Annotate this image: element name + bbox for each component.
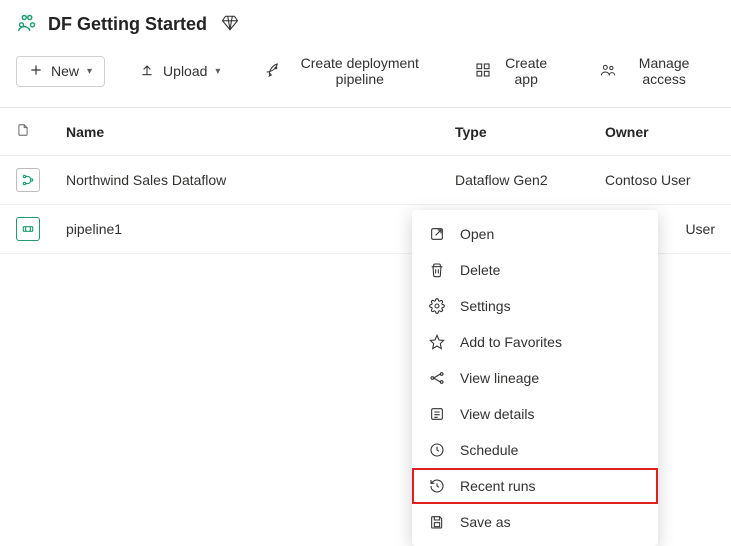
menu-recent-runs[interactable]: Recent runs	[412, 468, 658, 504]
toolbar: New ▾ Upload ▾ Create deployment pipelin…	[0, 41, 731, 108]
menu-label: Settings	[460, 298, 511, 314]
new-button[interactable]: New ▾	[16, 56, 105, 87]
diamond-icon	[221, 14, 239, 35]
menu-add-to-favorites[interactable]: Add to Favorites	[412, 324, 658, 360]
dataflow-icon	[16, 168, 40, 192]
details-icon	[428, 405, 446, 423]
table-header: Name Type Owner	[0, 108, 731, 156]
menu-label: View details	[460, 406, 534, 422]
menu-open[interactable]: Open	[412, 216, 658, 252]
menu-delete[interactable]: Delete	[412, 252, 658, 288]
context-menu: Open Delete Settings Add to Favorites Vi…	[412, 210, 658, 546]
create-app-button[interactable]: Create app	[463, 49, 565, 93]
people-icon	[599, 62, 617, 81]
chevron-down-icon: ▾	[215, 66, 220, 77]
gear-icon	[428, 297, 446, 315]
create-pipeline-label: Create deployment pipeline	[290, 55, 429, 87]
upload-button[interactable]: Upload ▾	[127, 56, 232, 87]
chevron-down-icon: ▾	[87, 66, 92, 77]
menu-schedule[interactable]: Schedule	[412, 432, 658, 468]
menu-label: View lineage	[460, 370, 539, 386]
lineage-icon	[428, 369, 446, 387]
menu-label: Schedule	[460, 442, 518, 458]
item-name[interactable]: pipeline1	[66, 221, 431, 237]
star-icon	[428, 333, 446, 351]
menu-label: Delete	[460, 262, 500, 278]
column-owner[interactable]: Owner	[605, 124, 715, 140]
app-icon	[475, 62, 491, 81]
manage-access-button[interactable]: Manage access	[587, 49, 715, 93]
column-name[interactable]: Name	[66, 124, 455, 140]
upload-label: Upload	[163, 63, 207, 79]
page-title: DF Getting Started	[48, 14, 207, 35]
column-type[interactable]: Type	[455, 124, 605, 140]
item-name[interactable]: Northwind Sales Dataflow	[66, 172, 455, 188]
item-type: Dataflow Gen2	[455, 172, 605, 188]
menu-view-lineage[interactable]: View lineage	[412, 360, 658, 396]
menu-label: Save as	[460, 514, 511, 530]
create-app-label: Create app	[499, 55, 553, 87]
pipeline-icon	[16, 217, 40, 241]
delete-icon	[428, 261, 446, 279]
manage-access-label: Manage access	[625, 55, 703, 87]
history-icon	[428, 477, 446, 495]
column-icon	[16, 122, 66, 141]
menu-save-as[interactable]: Save as	[412, 504, 658, 540]
menu-view-details[interactable]: View details	[412, 396, 658, 432]
save-icon	[428, 513, 446, 531]
upload-icon	[139, 62, 155, 81]
new-button-label: New	[51, 63, 79, 79]
create-deployment-pipeline-button[interactable]: Create deployment pipeline	[254, 49, 441, 93]
menu-label: Recent runs	[460, 478, 535, 494]
table-row[interactable]: Northwind Sales Dataflow Dataflow Gen2 C…	[0, 156, 731, 205]
header: DF Getting Started	[0, 0, 731, 41]
workspace-icon	[16, 12, 38, 37]
plus-icon	[29, 63, 43, 80]
menu-settings[interactable]: Settings	[412, 288, 658, 324]
menu-label: Add to Favorites	[460, 334, 562, 350]
menu-label: Open	[460, 226, 494, 242]
rocket-icon	[266, 62, 282, 81]
open-icon	[428, 225, 446, 243]
item-owner: Contoso User	[605, 172, 715, 188]
clock-icon	[428, 441, 446, 459]
